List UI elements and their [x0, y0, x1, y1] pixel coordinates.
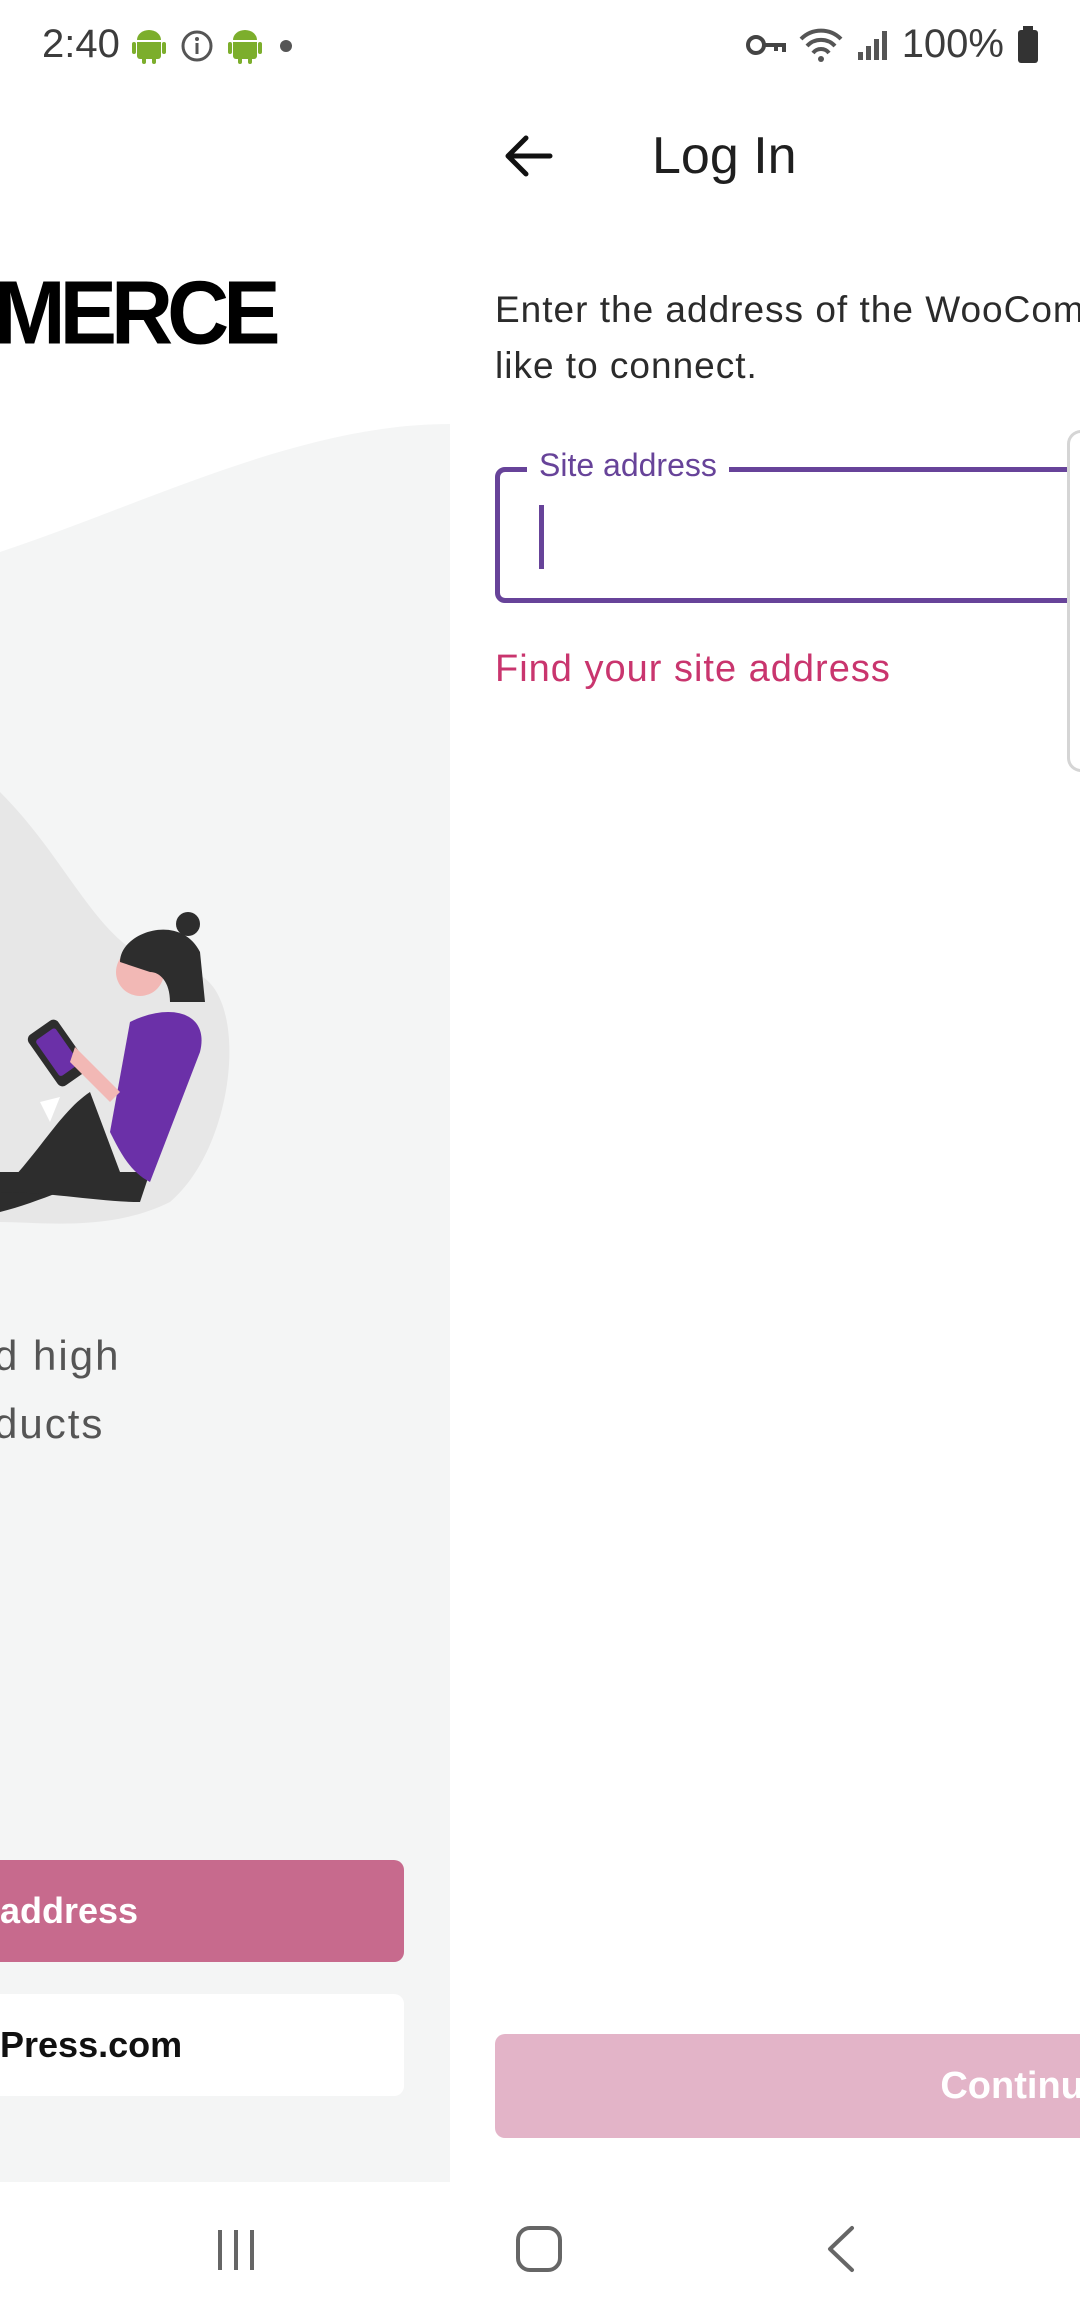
- key-icon: [745, 34, 786, 55]
- recent-apps-icon[interactable]: [214, 2228, 258, 2272]
- battery-icon: [1018, 25, 1038, 63]
- background-welcome-screen: MERCE d high ducts address Press.com: [0, 92, 450, 2182]
- continue-button[interactable]: Continue: [495, 2034, 1080, 2138]
- back-icon[interactable]: [822, 2224, 862, 2274]
- info-icon: [181, 30, 213, 62]
- back-arrow-icon[interactable]: [500, 128, 556, 184]
- site-address-label: Site address: [527, 447, 729, 484]
- woocommerce-wordmark: MERCE: [0, 262, 281, 364]
- page-title: Log In: [652, 127, 797, 185]
- tagline: d high ducts: [0, 1332, 121, 1447]
- instructions-text: Enter the address of the WooCom like to …: [495, 289, 1080, 386]
- site-address-field[interactable]: Site address: [495, 447, 1080, 607]
- dot-icon: [280, 40, 292, 52]
- home-icon[interactable]: [514, 2224, 564, 2274]
- text-cursor: [539, 505, 544, 569]
- continue-with-wordpress-button[interactable]: Press.com: [0, 1994, 404, 2096]
- android-icon: [132, 30, 166, 64]
- site-address-input[interactable]: [535, 499, 1080, 569]
- battery-percent: 100%: [901, 22, 1004, 66]
- signal-icon: [857, 30, 887, 60]
- login-screen: Log In Enter the address of the WooCom l…: [450, 92, 1080, 2182]
- system-nav-bar: [0, 2182, 1080, 2316]
- android-icon: [228, 30, 262, 64]
- system-icons: 100%: [745, 22, 1040, 67]
- autofill-popup-edge[interactable]: [1067, 430, 1080, 772]
- wifi-icon: [799, 28, 843, 62]
- enter-store-address-button[interactable]: address: [0, 1860, 404, 1962]
- notification-icons: [132, 28, 296, 64]
- status-time: 2:40: [42, 22, 120, 66]
- find-site-address-link[interactable]: Find your site address: [495, 648, 891, 691]
- status-bar: 2:40 100%: [0, 0, 1080, 92]
